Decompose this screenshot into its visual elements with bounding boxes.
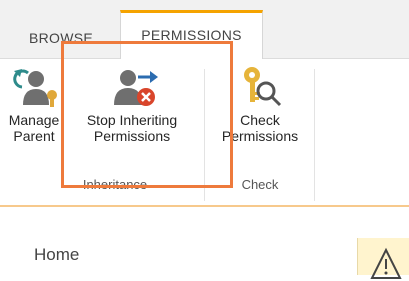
manage-parent-button[interactable]: Manage Parent bbox=[6, 65, 62, 144]
check-permissions-button[interactable]: Check Permissions bbox=[212, 65, 308, 144]
warning-icon bbox=[370, 247, 402, 279]
stop-inheriting-label-1: Stop Inheriting bbox=[86, 112, 178, 128]
check-permissions-label-2: Permissions bbox=[221, 128, 299, 144]
stop-inheriting-icon bbox=[114, 70, 158, 106]
check-permissions-label-1: Check bbox=[240, 112, 280, 128]
stop-inheriting-permissions-button[interactable]: Stop Inheriting Permissions bbox=[68, 65, 196, 144]
nav-home-link[interactable]: Home bbox=[34, 245, 79, 265]
group-label-inheritance: Inheritance bbox=[82, 177, 148, 192]
warning-banner bbox=[357, 238, 409, 279]
group-label-check: Check bbox=[241, 177, 279, 192]
manage-parent-label-1: Manage bbox=[8, 112, 60, 128]
group-separator-1 bbox=[204, 69, 205, 201]
group-separator-2 bbox=[314, 69, 315, 201]
check-permissions-icon bbox=[244, 67, 282, 107]
manage-parent-label-2: Parent bbox=[13, 128, 55, 144]
tab-browse[interactable]: BROWSE bbox=[15, 19, 107, 58]
ribbon-panel: Manage Parent Stop Inheriting Permission… bbox=[0, 59, 409, 207]
stop-inheriting-label-2: Permissions bbox=[93, 128, 171, 144]
ribbon-tab-bar: BROWSE PERMISSIONS bbox=[0, 0, 409, 59]
tab-permissions[interactable]: PERMISSIONS bbox=[120, 10, 263, 59]
manage-parent-icon bbox=[13, 69, 57, 107]
